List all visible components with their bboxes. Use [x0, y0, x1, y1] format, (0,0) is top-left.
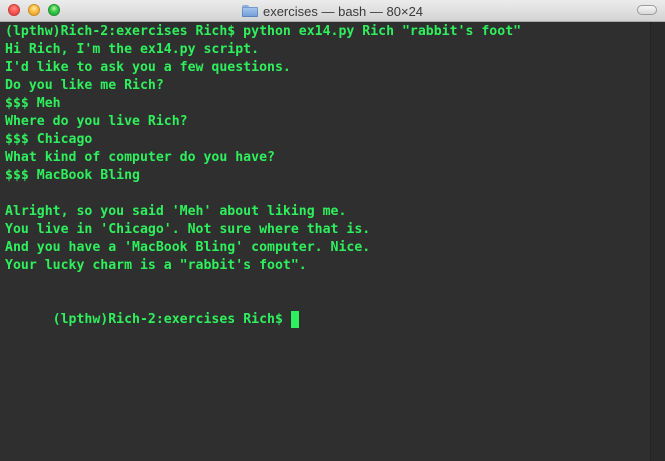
terminal-line: And you have a 'MacBook Bling' computer.… [5, 240, 371, 255]
terminal-line: I'd like to ask you a few questions. [5, 60, 291, 75]
window-title: exercises — bash — 80×24 [262, 3, 424, 19]
terminal-line: $$$ Meh [5, 96, 61, 111]
terminal-output[interactable]: (lpthw)Rich-2:exercises Rich$ python ex1… [0, 22, 648, 461]
terminal-line: $$$ Chicago [5, 132, 93, 147]
terminal-line: Where do you live Rich? [5, 114, 188, 129]
shell-prompt: (lpthw)Rich-2:exercises Rich$ [52, 312, 283, 327]
terminal-line: What kind of computer do you have? [5, 150, 275, 165]
terminal-window: exercises — bash — 80×24 (lpthw)Rich-2:e… [0, 0, 665, 461]
prompt-line: (lpthw)Rich-2:exercises Rich$ [5, 293, 648, 328]
window-title-container: exercises — bash — 80×24 [0, 0, 665, 22]
terminal-line: Do you like me Rich? [5, 78, 164, 93]
toolbar-toggle-button[interactable] [637, 5, 657, 15]
terminal-line: Alright, so you said 'Meh' about liking … [5, 204, 347, 219]
vertical-scrollbar[interactable] [650, 22, 665, 461]
terminal-line: You live in 'Chicago'. Not sure where th… [5, 222, 371, 237]
terminal-line: $$$ MacBook Bling [5, 168, 140, 183]
terminal-line: Hi Rich, I'm the ex14.py script. [5, 42, 260, 57]
terminal-line: (lpthw)Rich-2:exercises Rich$ python ex1… [5, 24, 522, 39]
terminal-line: Your lucky charm is a "rabbit's foot". [5, 258, 307, 273]
folder-icon [241, 5, 258, 17]
title-bar[interactable]: exercises — bash — 80×24 [0, 0, 665, 22]
terminal-cursor [290, 311, 299, 328]
